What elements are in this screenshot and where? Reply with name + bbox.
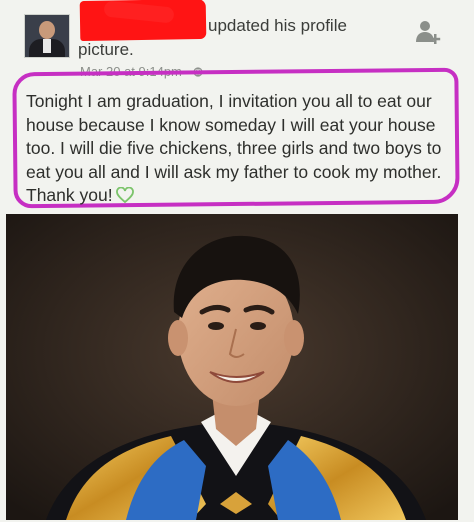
facebook-post: updated his profile picture. Mar 20 at 9… bbox=[0, 0, 474, 522]
post-body-text: Tonight I am graduation, I invitation yo… bbox=[26, 91, 442, 205]
post-body: Tonight I am graduation, I invitation yo… bbox=[26, 90, 458, 208]
post-action-text-continued: picture. bbox=[78, 40, 134, 59]
profile-avatar[interactable] bbox=[24, 14, 70, 58]
green-heart-icon bbox=[115, 187, 134, 203]
add-friend-icon[interactable] bbox=[414, 18, 442, 46]
post-action-text: updated his profile bbox=[208, 16, 347, 35]
profile-photo[interactable] bbox=[6, 214, 458, 520]
graduation-portrait bbox=[6, 214, 458, 520]
